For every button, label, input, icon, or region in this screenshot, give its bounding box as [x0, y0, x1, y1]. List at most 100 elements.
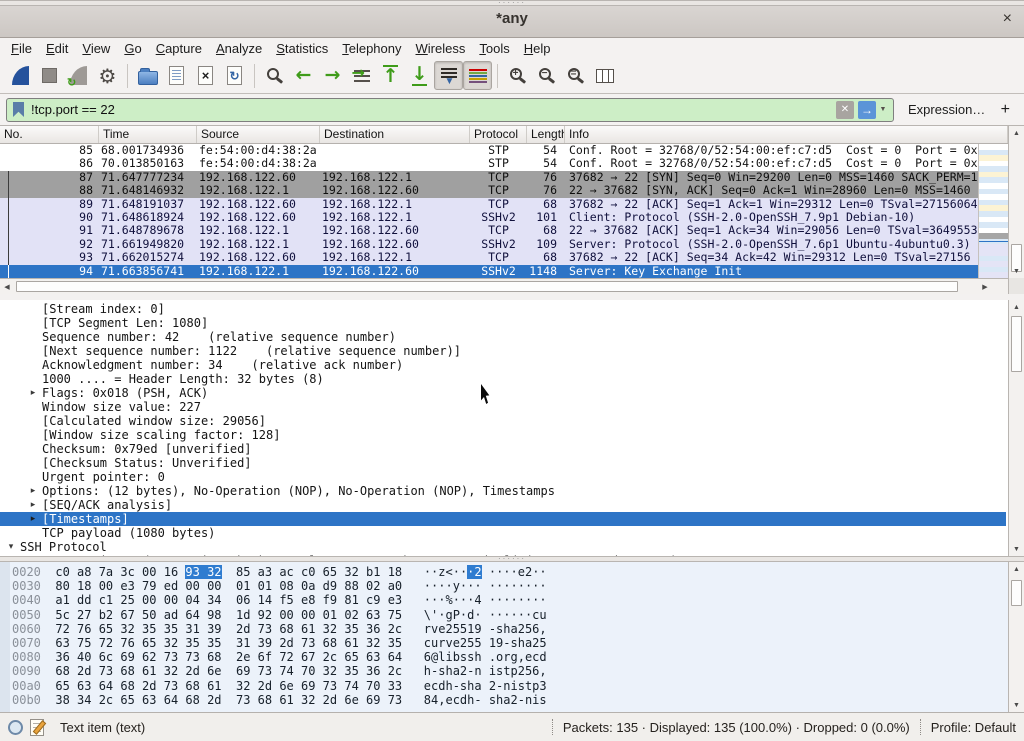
display-filter-input[interactable]: !tcp.port == 22 ✕ → ▼: [6, 98, 894, 122]
packet-row-94[interactable]: 9471.663856741192.168.122.1192.168.122.6…: [0, 265, 978, 278]
menu-tools[interactable]: Tools: [472, 40, 516, 57]
detail-line[interactable]: Urgent pointer: 0: [0, 470, 1006, 484]
go-forward-button[interactable]: →: [318, 61, 347, 90]
scroll-up-icon[interactable]: ▲: [1009, 126, 1024, 140]
column-header-destination[interactable]: Destination: [320, 126, 470, 143]
hex-row-0090[interactable]: 0090 68 2d 73 68 61 32 2d 6e 69 73 74 70…: [0, 664, 1006, 678]
expression-button[interactable]: Expression…: [908, 102, 985, 117]
reload-file-button[interactable]: ↻: [220, 61, 249, 90]
restart-capture-button[interactable]: ↻: [64, 61, 93, 90]
detail-line[interactable]: [Next sequence number: 1122 (relative se…: [0, 344, 1006, 358]
menu-telephony[interactable]: Telephony: [335, 40, 408, 57]
clear-filter-button[interactable]: ✕: [836, 101, 854, 119]
add-filter-button[interactable]: +: [1001, 101, 1010, 119]
filter-bookmark-icon[interactable]: [13, 102, 24, 117]
detail-line[interactable]: Sequence number: 42 (relative sequence n…: [0, 330, 1006, 344]
hex-row-0060[interactable]: 0060 72 76 65 32 35 35 31 39 2d 73 68 61…: [0, 622, 1006, 636]
hex-row-0040[interactable]: 0040 a1 dd c1 25 00 00 04 34 06 14 f5 e8…: [0, 593, 1006, 607]
packet-row-90[interactable]: 9071.648618924192.168.122.60192.168.122.…: [0, 211, 978, 224]
packet-row-89[interactable]: 8971.648191037192.168.122.60192.168.122.…: [0, 198, 978, 211]
find-packet-button[interactable]: [260, 61, 289, 90]
stop-capture-button[interactable]: [35, 61, 64, 90]
hex-row-0020[interactable]: 0020 c0 a8 7a 3c 00 16 93 32 85 a3 ac c0…: [0, 565, 1006, 579]
expert-info-icon[interactable]: [8, 720, 23, 735]
zoom-in-button[interactable]: +: [503, 61, 532, 90]
scroll-up-icon[interactable]: ▲: [1009, 300, 1024, 314]
packet-row-85[interactable]: 8568.001734936fe:54:00:d4:38:2aSTP54Conf…: [0, 144, 978, 157]
start-capture-button[interactable]: [6, 61, 35, 90]
detail-line[interactable]: [Stream index: 0]: [0, 302, 1006, 316]
scrollbar-thumb[interactable]: [1011, 580, 1022, 606]
status-profile[interactable]: Profile: Default: [931, 720, 1016, 735]
detail-line[interactable]: [TCP Segment Len: 1080]: [0, 316, 1006, 330]
filter-history-dropdown-icon[interactable]: ▼: [876, 106, 890, 113]
collapse-arrow-icon[interactable]: ▾: [4, 540, 18, 554]
scrollbar-thumb[interactable]: [1011, 316, 1022, 372]
go-back-button[interactable]: ←: [289, 61, 318, 90]
menu-edit[interactable]: Edit: [39, 40, 75, 57]
column-header-time[interactable]: Time: [99, 126, 197, 143]
hex-row-0030[interactable]: 0030 80 18 00 e3 79 ed 00 00 01 01 08 0a…: [0, 579, 1006, 593]
expand-arrow-icon[interactable]: ▸: [26, 386, 40, 400]
auto-scroll-button[interactable]: ▼: [434, 61, 463, 90]
zoom-100-button[interactable]: =: [561, 61, 590, 90]
detail-line[interactable]: TCP payload (1080 bytes): [0, 526, 1006, 540]
column-header-info[interactable]: Info: [565, 126, 1008, 143]
bytes-vscrollbar[interactable]: ▲ ▼: [1008, 562, 1024, 712]
menu-help[interactable]: Help: [517, 40, 558, 57]
detail-line[interactable]: [Calculated window size: 29056]: [0, 414, 1006, 428]
menu-statistics[interactable]: Statistics: [269, 40, 335, 57]
column-header-source[interactable]: Source: [197, 126, 320, 143]
detail-line[interactable]: ▸Options: (12 bytes), No-Operation (NOP)…: [0, 484, 1006, 498]
resize-columns-button[interactable]: [590, 61, 619, 90]
open-file-button[interactable]: [133, 61, 162, 90]
menu-analyze[interactable]: Analyze: [209, 40, 269, 57]
menu-wireless[interactable]: Wireless: [409, 40, 473, 57]
go-first-button[interactable]: ↑: [376, 61, 405, 90]
capture-options-button[interactable]: ⚙: [93, 61, 122, 90]
close-file-button[interactable]: ×: [191, 61, 220, 90]
column-header-protocol[interactable]: Protocol: [470, 126, 527, 143]
packet-row-92[interactable]: 9271.661949820192.168.122.1192.168.122.6…: [0, 238, 978, 251]
hex-row-0080[interactable]: 0080 36 40 6c 69 62 73 73 68 2e 6f 72 67…: [0, 650, 1006, 664]
menu-go[interactable]: Go: [117, 40, 148, 57]
scroll-right-icon[interactable]: ▶: [978, 279, 992, 294]
detail-line[interactable]: [Window size scaling factor: 128]: [0, 428, 1006, 442]
expand-arrow-icon[interactable]: ▸: [26, 498, 40, 512]
detail-line[interactable]: [Checksum Status: Unverified]: [0, 456, 1006, 470]
packet-list-vscrollbar[interactable]: ▲ ▼: [1008, 126, 1024, 294]
scroll-down-icon[interactable]: ▼: [1009, 542, 1024, 556]
pane-splitter[interactable]: ······: [0, 0, 1024, 6]
scroll-left-icon[interactable]: ◀: [0, 279, 14, 294]
scroll-down-icon[interactable]: ▼: [1009, 264, 1024, 278]
hex-row-0050[interactable]: 0050 5c 27 b2 67 50 ad 64 98 1d 92 00 00…: [0, 608, 1006, 622]
expand-arrow-icon[interactable]: ▸: [26, 484, 40, 498]
menu-view[interactable]: View: [75, 40, 117, 57]
hex-row-0070[interactable]: 0070 63 75 72 76 65 32 35 35 31 39 2d 73…: [0, 636, 1006, 650]
scrollbar-thumb[interactable]: [16, 281, 958, 292]
colorize-button[interactable]: [463, 61, 492, 90]
menu-capture[interactable]: Capture: [149, 40, 209, 57]
zoom-out-button[interactable]: −: [532, 61, 561, 90]
packet-row-93[interactable]: 9371.662015274192.168.122.60192.168.122.…: [0, 251, 978, 264]
packet-row-86[interactable]: 8670.013850163fe:54:00:d4:38:2aSTP54Conf…: [0, 157, 978, 170]
scroll-down-icon[interactable]: ▼: [1009, 698, 1024, 712]
packet-row-88[interactable]: 8871.648146932192.168.122.1192.168.122.6…: [0, 184, 978, 197]
scroll-up-icon[interactable]: ▲: [1009, 562, 1024, 576]
detail-line[interactable]: ▸[SEQ/ACK analysis]: [0, 498, 1006, 512]
detail-line[interactable]: ▸[Timestamps]: [0, 512, 1006, 526]
detail-line[interactable]: 1000 .... = Header Length: 32 bytes (8): [0, 372, 1006, 386]
detail-line[interactable]: Checksum: 0x79ed [unverified]: [0, 442, 1006, 456]
detail-line[interactable]: Acknowledgment number: 34 (relative ack …: [0, 358, 1006, 372]
packet-row-87[interactable]: 8771.647777234192.168.122.60192.168.122.…: [0, 171, 978, 184]
column-header-no[interactable]: No.: [0, 126, 99, 143]
packet-list-minimap[interactable]: [978, 144, 1008, 278]
go-last-button[interactable]: ↓: [405, 61, 434, 90]
go-to-packet-button[interactable]: →: [347, 61, 376, 90]
details-vscrollbar[interactable]: ▲ ▼: [1008, 300, 1024, 556]
detail-line[interactable]: Window size value: 227: [0, 400, 1006, 414]
save-file-button[interactable]: [162, 61, 191, 90]
menu-file[interactable]: File: [4, 40, 39, 57]
apply-filter-button[interactable]: →: [858, 101, 876, 119]
detail-line[interactable]: ▸Flags: 0x018 (PSH, ACK): [0, 386, 1006, 400]
